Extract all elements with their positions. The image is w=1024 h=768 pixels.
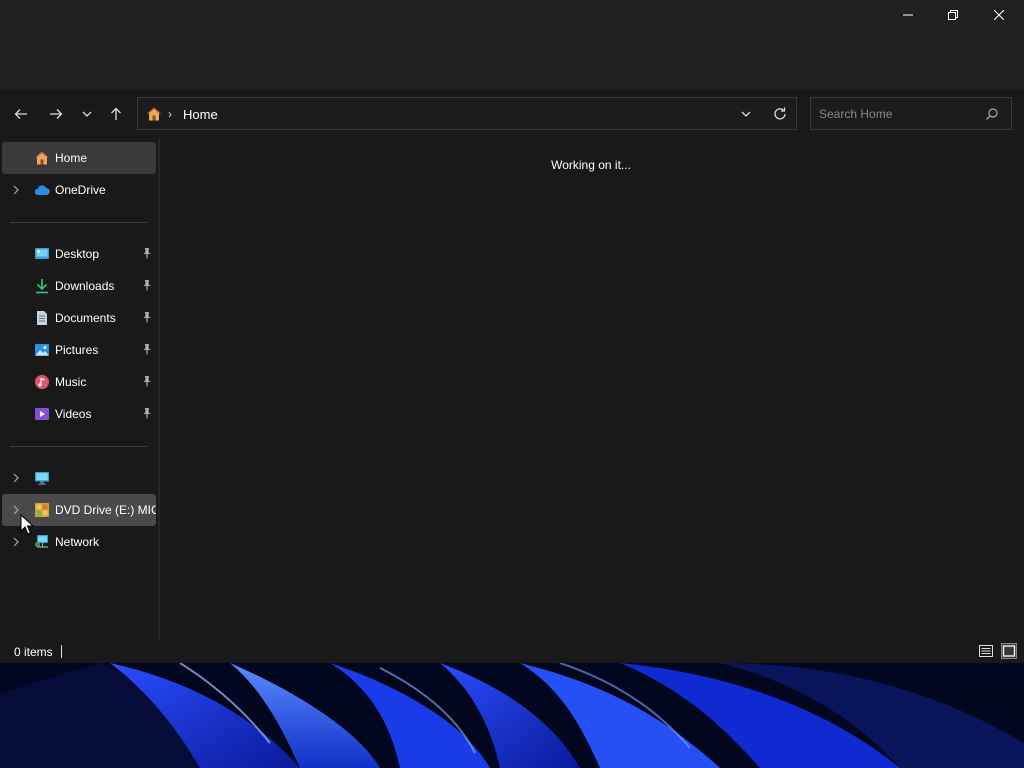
sidebar-separator [10, 222, 148, 223]
sidebar-item-home[interactable]: Home [2, 142, 156, 174]
sidebar-item-downloads[interactable]: Downloads [2, 270, 156, 302]
chevron-down-icon[interactable] [738, 106, 754, 122]
arrow-left-icon [14, 109, 27, 119]
status-divider [61, 645, 62, 658]
search-icon[interactable] [985, 107, 999, 121]
home-icon [35, 151, 49, 165]
chevron-right-icon[interactable] [11, 473, 21, 483]
sidebar-item-label: OneDrive [55, 183, 106, 197]
desktop-wallpaper [0, 663, 1024, 768]
download-icon [36, 279, 48, 294]
picture-icon [35, 344, 49, 356]
sidebar-item-videos[interactable]: Videos [2, 398, 156, 430]
loading-message: Working on it... [551, 158, 631, 172]
video-icon [35, 408, 49, 420]
sidebar-item-this-pc[interactable] [2, 462, 156, 494]
sidebar-item-documents[interactable]: Documents [2, 302, 156, 334]
restore-button[interactable] [930, 0, 976, 29]
pin-icon[interactable] [141, 407, 153, 419]
computer-icon [35, 472, 49, 485]
address-bar[interactable]: › Home [137, 97, 797, 130]
pin-icon[interactable] [141, 343, 153, 355]
item-count: 0 items [14, 645, 53, 659]
cloud-icon [34, 185, 50, 195]
minimize-icon [903, 14, 913, 15]
title-bar [0, 0, 1024, 89]
mouse-pointer-icon [20, 514, 34, 535]
chevron-right-icon[interactable] [11, 537, 21, 547]
refresh-icon[interactable] [772, 106, 788, 122]
pin-icon[interactable] [141, 375, 153, 387]
sidebar-item-label: Home [55, 151, 88, 165]
arrow-right-icon [50, 109, 63, 119]
chevron-right-icon[interactable] [11, 185, 21, 195]
up-button[interactable] [103, 101, 129, 127]
details-view-icon[interactable] [978, 643, 994, 659]
music-icon [35, 375, 49, 389]
close-button[interactable] [976, 0, 1022, 29]
home-icon [147, 107, 161, 121]
sidebar-separator [10, 446, 148, 447]
pin-icon[interactable] [141, 247, 153, 259]
sidebar-item-onedrive[interactable]: OneDrive [2, 174, 156, 206]
breadcrumb-separator: › [168, 107, 172, 121]
sidebar-item-label: DVD Drive (E:) MICR [55, 503, 156, 517]
desktop-folder-icon [35, 248, 49, 259]
search-box[interactable] [810, 97, 1012, 130]
sidebar-item-label: Network [55, 535, 100, 549]
pin-icon[interactable] [141, 311, 153, 323]
sidebar-item-desktop[interactable]: Desktop [2, 238, 156, 270]
restore-icon [948, 9, 958, 20]
large-icons-view-icon[interactable] [1001, 643, 1017, 659]
breadcrumb-home[interactable]: Home [183, 107, 218, 122]
minimize-button[interactable] [885, 0, 931, 29]
document-icon [37, 311, 47, 325]
chevron-down-icon [82, 111, 92, 117]
back-button[interactable] [8, 101, 34, 127]
pin-icon[interactable] [141, 279, 153, 291]
status-bar: 0 items [0, 639, 1024, 663]
recent-locations-button[interactable] [74, 101, 100, 127]
pane-divider[interactable] [158, 139, 160, 639]
forward-button[interactable] [43, 101, 69, 127]
wallpaper-bloom-image [0, 663, 1024, 768]
network-icon [35, 535, 48, 548]
arrow-up-icon [111, 107, 121, 120]
dvd-drive-icon [35, 503, 49, 517]
search-input[interactable] [819, 105, 979, 123]
sidebar-item-pictures[interactable]: Pictures [2, 334, 156, 366]
close-icon [994, 9, 1004, 20]
sidebar-item-music[interactable]: Music [2, 366, 156, 398]
file-explorer-window: › Home Home OneDrive Desktop [0, 0, 1024, 663]
